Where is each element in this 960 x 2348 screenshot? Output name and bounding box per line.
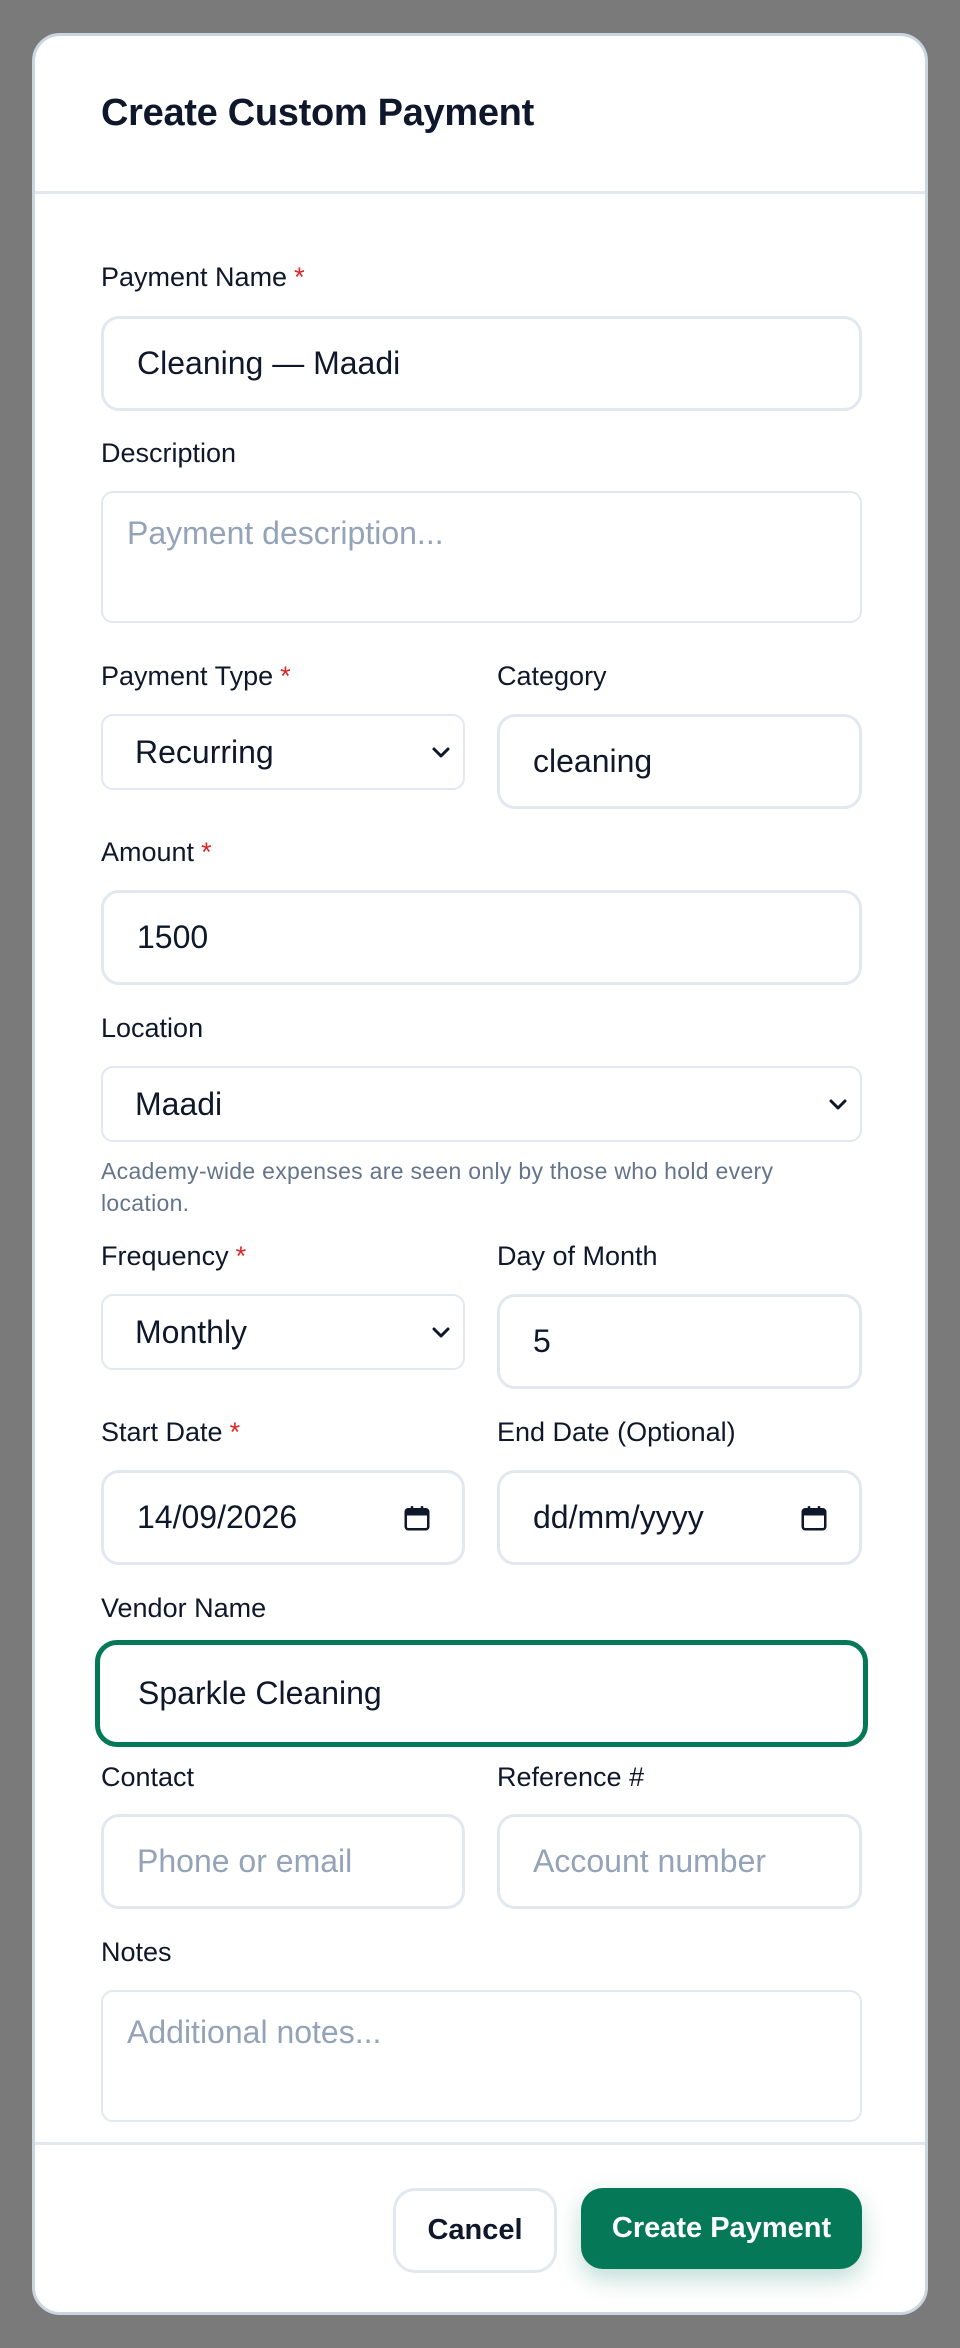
start-date-value: 14/09/2026	[137, 1499, 298, 1535]
amount-label: Amount *	[101, 837, 212, 868]
chevron-down-icon	[432, 1327, 450, 1338]
modal-title: Create Custom Payment	[101, 92, 534, 134]
contact-label-text: Contact	[101, 1762, 195, 1792]
cancel-button[interactable]: Cancel	[393, 2188, 557, 2273]
end-date-label: End Date (Optional)	[497, 1417, 736, 1448]
location-value: Maadi	[135, 1085, 223, 1122]
end-date-label-text: End Date (Optional)	[497, 1417, 736, 1447]
payment-name-input[interactable]: Cleaning — Maadi	[101, 316, 862, 411]
category-value: cleaning	[533, 743, 653, 779]
day-of-month-label-text: Day of Month	[497, 1241, 658, 1271]
payment-type-label-text: Payment Type	[101, 661, 274, 691]
start-date-input[interactable]: 14/09/2026	[101, 1470, 465, 1565]
modal-header: Create Custom Payment	[35, 36, 925, 194]
description-placeholder: Payment description...	[127, 515, 444, 551]
location-label-text: Location	[101, 1013, 204, 1043]
vendor-name-value: Sparkle Cleaning	[138, 1675, 382, 1711]
payment-type-label: Payment Type *	[101, 661, 291, 692]
end-date-input[interactable]: dd/mm/yyyy	[497, 1470, 862, 1565]
calendar-icon[interactable]	[402, 1503, 432, 1533]
notes-label: Notes	[101, 1937, 172, 1968]
reference-label-text: Reference #	[497, 1762, 645, 1792]
frequency-label: Frequency *	[101, 1241, 246, 1272]
payment-name-label: Payment Name *	[101, 262, 305, 293]
start-date-label: Start Date *	[101, 1417, 240, 1448]
vendor-name-label: Vendor Name	[101, 1593, 266, 1624]
reference-placeholder: Account number	[533, 1843, 767, 1879]
reference-input[interactable]: Account number	[497, 1814, 862, 1909]
notes-textarea[interactable]: Additional notes...	[101, 1990, 862, 2122]
required-mark: *	[280, 661, 291, 691]
category-label-text: Category	[497, 661, 607, 691]
day-of-month-input[interactable]: 5	[497, 1294, 862, 1389]
frequency-value: Monthly	[135, 1313, 248, 1350]
required-mark: *	[294, 262, 305, 292]
frequency-select[interactable]: Monthly	[101, 1294, 465, 1370]
create-payment-modal: Create Custom Payment Payment Name * Cle…	[32, 33, 928, 2315]
reference-label: Reference #	[497, 1762, 644, 1793]
location-label: Location	[101, 1013, 203, 1044]
notes-label-text: Notes	[101, 1937, 172, 1967]
required-mark: *	[229, 1417, 241, 1447]
location-select[interactable]: Maadi	[101, 1066, 862, 1142]
contact-input[interactable]: Phone or email	[101, 1814, 465, 1909]
day-of-month-label: Day of Month	[497, 1241, 658, 1272]
payment-type-value: Recurring	[135, 733, 274, 770]
frequency-label-text: Frequency	[101, 1241, 229, 1271]
contact-label: Contact	[101, 1762, 194, 1793]
modal-body: Payment Name * Cleaning — Maadi Descript…	[35, 194, 925, 2144]
end-date-placeholder: dd/mm/yyyy	[533, 1499, 704, 1535]
chevron-down-icon	[829, 1099, 847, 1110]
amount-label-text: Amount	[101, 837, 195, 867]
day-of-month-value: 5	[533, 1323, 551, 1359]
description-label-text: Description	[101, 438, 237, 468]
payment-name-value: Cleaning — Maadi	[137, 345, 401, 381]
description-textarea[interactable]: Payment description...	[101, 491, 862, 623]
description-label: Description	[101, 438, 236, 469]
amount-value: 1500	[137, 919, 209, 955]
required-mark: *	[201, 837, 212, 867]
amount-input[interactable]: 1500	[101, 890, 862, 985]
contact-placeholder: Phone or email	[137, 1843, 353, 1879]
start-date-label-text: Start Date	[101, 1417, 223, 1447]
vendor-name-input[interactable]: Sparkle Cleaning	[95, 1640, 868, 1747]
payment-type-select[interactable]: Recurring	[101, 714, 465, 790]
category-label: Category	[497, 661, 607, 692]
required-mark: *	[235, 1241, 247, 1271]
vendor-name-label-text: Vendor Name	[101, 1593, 267, 1623]
notes-placeholder: Additional notes...	[127, 2014, 382, 2050]
create-payment-button[interactable]: Create Payment	[581, 2188, 862, 2269]
chevron-down-icon	[432, 747, 450, 758]
category-input[interactable]: cleaning	[497, 714, 862, 809]
calendar-icon[interactable]	[799, 1503, 829, 1533]
payment-name-label-text: Payment Name	[101, 262, 288, 292]
modal-footer: Cancel Create Payment	[35, 2142, 925, 2312]
location-helper-text: Academy-wide expenses are seen only by t…	[101, 1158, 774, 1216]
